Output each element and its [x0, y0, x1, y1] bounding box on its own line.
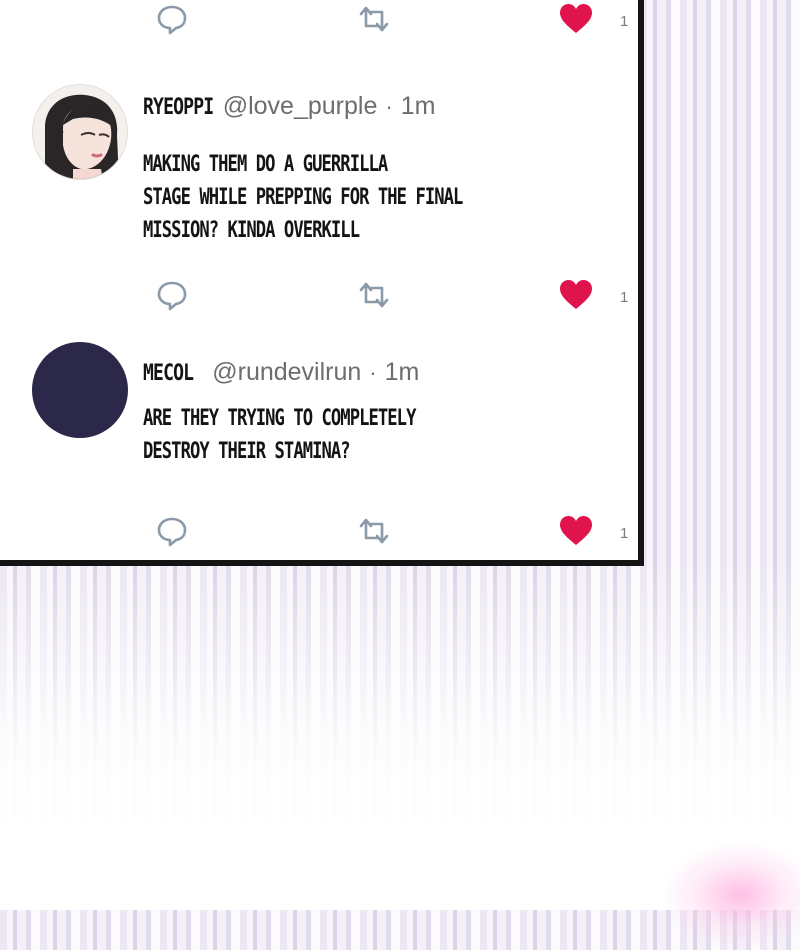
like-count: 1 — [620, 289, 629, 306]
tweet-actions: 1 — [0, 278, 638, 318]
user-portrait-icon — [33, 85, 127, 179]
retweet-button[interactable] — [355, 2, 393, 36]
reply-button[interactable] — [155, 2, 189, 36]
tweet-header: RYEOPPI @love_purple · 1m — [143, 92, 435, 121]
reply-button[interactable] — [155, 514, 189, 548]
retweet-button[interactable] — [355, 278, 393, 312]
avatar[interactable] — [32, 342, 128, 438]
reply-icon — [157, 517, 187, 547]
like-button[interactable] — [557, 278, 595, 312]
heart-icon — [560, 280, 592, 309]
tweet-actions: 1 — [0, 514, 638, 554]
tweet-text: ARE THEY TRYING TO COMPLETELY DESTROY TH… — [143, 402, 517, 468]
timestamp: 1m — [400, 92, 436, 120]
tweet-text-line: ARE THEY TRYING TO COMPLETELY — [143, 406, 416, 431]
tweet-text: MAKING THEM DO A GUERRILLA STAGE WHILE P… — [143, 148, 517, 247]
like-button[interactable] — [557, 2, 595, 36]
tweet-card: 1 RYEOPPI @love_purple · 1m MAKING THEM — [0, 0, 644, 566]
pink-glow — [660, 840, 800, 950]
like-count: 1 — [620, 525, 629, 542]
retweet-icon — [359, 282, 389, 308]
avatar[interactable] — [32, 84, 128, 180]
display-name[interactable]: RYEOPPI — [143, 95, 214, 120]
heart-icon — [560, 4, 592, 33]
reply-button[interactable] — [155, 278, 189, 312]
heart-icon — [560, 516, 592, 545]
retweet-button[interactable] — [355, 514, 393, 548]
separator-dot: · — [369, 360, 377, 385]
tweet-header: MECOL @rundevilrun · 1m — [143, 358, 419, 387]
like-count: 1 — [620, 13, 629, 30]
timestamp: 1m — [384, 358, 420, 386]
user-handle[interactable]: @rundevilrun — [212, 358, 361, 387]
user-handle[interactable]: @love_purple — [223, 92, 378, 121]
retweet-icon — [359, 6, 389, 32]
tweet-text-line: MAKING THEM DO A GUERRILLA — [143, 152, 388, 177]
retweet-icon — [359, 518, 389, 544]
reply-icon — [157, 281, 187, 311]
tweet-text-line: STAGE WHILE PREPPING FOR THE FINAL — [143, 185, 463, 210]
like-button[interactable] — [557, 514, 595, 548]
separator-dot: · — [385, 94, 393, 119]
reply-icon — [157, 5, 187, 35]
tweet-text-line: DESTROY THEIR STAMINA? — [143, 439, 351, 464]
tweet-actions-top: 1 — [0, 2, 638, 42]
tweet-text-line: MISSION? KINDA OVERKILL — [143, 218, 360, 243]
display-name[interactable]: MECOL — [143, 361, 194, 386]
